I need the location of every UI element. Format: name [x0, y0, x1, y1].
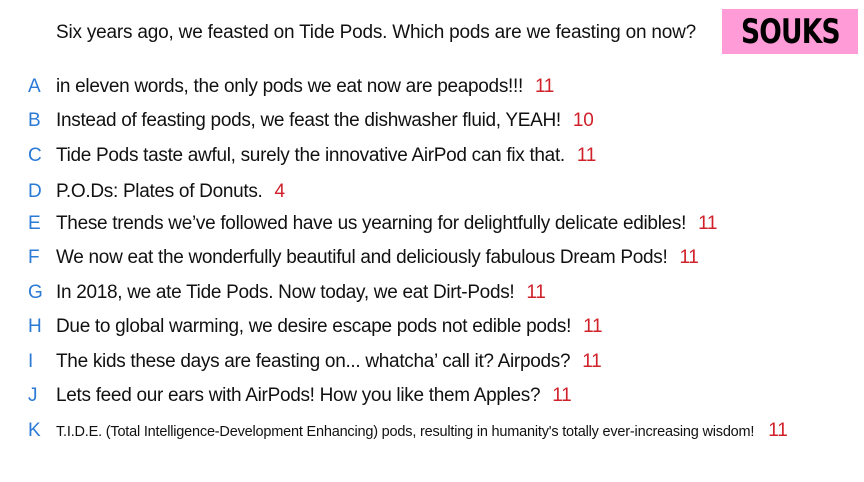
- word-count: 4: [274, 181, 286, 202]
- answer-text: Instead of feasting pods, we feast the d…: [56, 110, 594, 131]
- answer-letter: J: [28, 385, 38, 406]
- answer-text: These trends we’ve followed have us year…: [56, 213, 718, 234]
- answer-letter: E: [28, 213, 41, 234]
- word-count: 11: [583, 316, 603, 337]
- word-count: 10: [572, 110, 594, 131]
- answer-text: Due to global warming, we desire escape …: [56, 316, 603, 337]
- answer-letter: A: [28, 76, 41, 97]
- answer-letter: D: [28, 181, 42, 202]
- word-count: 11: [534, 76, 555, 97]
- channel-logo: SOUKS: [722, 9, 858, 54]
- answer-letter: C: [28, 145, 42, 166]
- word-count: 11: [552, 385, 572, 406]
- word-count: 11: [679, 247, 699, 268]
- answer-text: Lets feed our ears with AirPods! How you…: [56, 385, 572, 406]
- word-count: 11: [768, 420, 788, 441]
- word-count: 11: [698, 213, 718, 234]
- answer-text: P.O.Ds: Plates of Donuts. 4: [56, 181, 286, 202]
- answer-letter: G: [28, 282, 43, 303]
- answer-text: T.I.D.E. (Total Intelligence-Development…: [56, 420, 788, 441]
- answer-letter: I: [28, 351, 34, 372]
- answer-letter: B: [28, 110, 41, 131]
- answer-letter: K: [28, 420, 41, 441]
- word-count: 11: [582, 351, 602, 372]
- answer-letter: H: [28, 316, 42, 337]
- answer-text: We now eat the wonderfully beautiful and…: [56, 247, 699, 268]
- answer-text: in eleven words, the only pods we eat no…: [56, 76, 555, 97]
- answer-text: Tide Pods taste awful, surely the innova…: [56, 145, 597, 166]
- answer-letter: F: [28, 247, 40, 268]
- question-text: Six years ago, we feasted on Tide Pods. …: [56, 22, 697, 43]
- word-count: 11: [526, 282, 546, 303]
- word-count: 11: [576, 145, 597, 166]
- answer-text: In 2018, we ate Tide Pods. Now today, we…: [56, 282, 546, 303]
- answer-text: The kids these days are feasting on... w…: [56, 351, 602, 372]
- logo-text: SOUKS: [740, 11, 841, 52]
